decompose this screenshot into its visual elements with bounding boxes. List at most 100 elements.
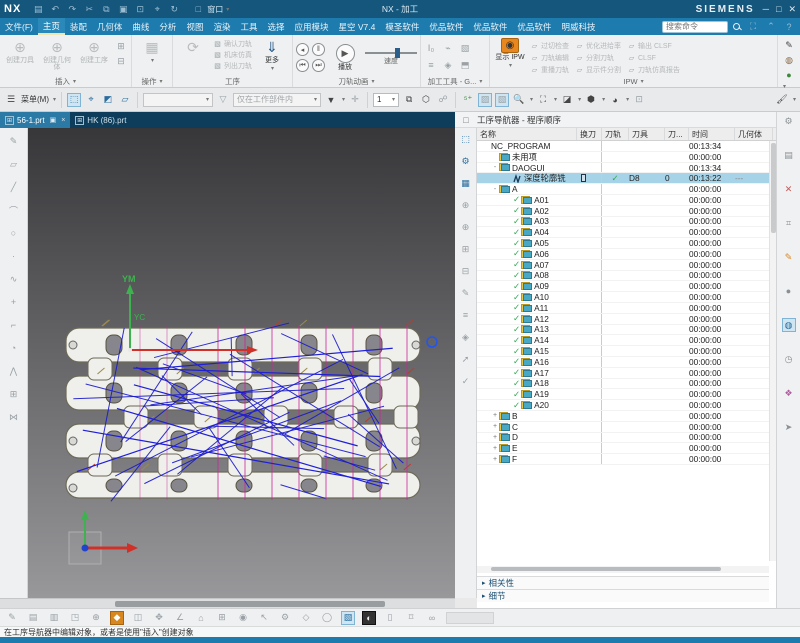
point-icon[interactable]: · (7, 249, 21, 263)
column-header-6[interactable]: 几何体 (735, 128, 773, 140)
gouge-icon[interactable]: ⌁ (441, 41, 455, 55)
toolbar-overflow-icon[interactable]: ▾ (793, 96, 796, 103)
tree-row-深度轮廓铣[interactable]: 深度轮廓铣✓D8000:13:22---0.0 (477, 173, 776, 184)
expand-toggle[interactable]: + (491, 445, 499, 452)
plus-icon[interactable]: + (7, 295, 21, 309)
menu-file[interactable]: 文件(F) (0, 18, 38, 35)
save-icon[interactable]: ▤ (31, 2, 45, 16)
restore-tab-icon[interactable]: ▣ (50, 116, 57, 124)
levels-icon[interactable]: ≡ (424, 58, 438, 72)
tree-row-A19[interactable]: ✓A1900:00:00 (477, 389, 776, 400)
chevron-down-icon[interactable]: ▾ (602, 96, 605, 103)
expand-toggle[interactable]: + (491, 423, 499, 430)
snap-point-icon[interactable]: ⁵⁺ (461, 93, 475, 107)
gear2-icon[interactable]: ⚙ (278, 611, 292, 625)
operate-button[interactable]: ▦▾ (135, 37, 169, 64)
slider-thumb[interactable] (395, 48, 400, 58)
copy-icon[interactable]: ⧉ (99, 2, 113, 16)
minimize-button[interactable]: ─ (763, 4, 769, 15)
ribbon-tab-2[interactable]: 几何体 (92, 18, 128, 35)
tree-row-D[interactable]: +D00:00:00 (477, 433, 776, 444)
tree-row-A17[interactable]: ✓A1700:00:00 (477, 368, 776, 379)
tree-row-A18[interactable]: ✓A1800:00:00 (477, 379, 776, 390)
add-circle-icon[interactable]: ⊕ (89, 611, 103, 625)
screenshot-icon[interactable]: ⊡ (133, 2, 147, 16)
shaded-toggle-icon[interactable]: ▧ (495, 93, 509, 107)
view-cube-icon[interactable]: ⬡ (419, 93, 433, 107)
tree-row-A01[interactable]: ✓A0100:00:00 (477, 195, 776, 206)
sphere-tool-icon[interactable]: ◍ (782, 53, 796, 67)
op-item-2[interactable]: ▧列出刀轨 (213, 61, 252, 71)
render-style-icon[interactable]: ◪ (560, 93, 574, 107)
maximize-button[interactable]: □ (776, 4, 781, 15)
hamburger-icon[interactable]: ☰ (4, 93, 18, 107)
tree-row-未用项[interactable]: 未用项00:00:00 (477, 152, 776, 163)
close-tab-icon[interactable]: × (61, 117, 65, 124)
chevron-down-icon[interactable]: ▾ (641, 78, 644, 85)
redo-icon[interactable]: ↷ (65, 2, 79, 16)
green-ball-icon[interactable]: ● (782, 68, 796, 82)
scrollbar-thumb[interactable] (491, 567, 721, 571)
tag-icon[interactable]: ⌑ (404, 611, 418, 625)
tree-row-A09[interactable]: ✓A0900:00:00 (477, 281, 776, 292)
snap-select-icon[interactable]: ⬚ (459, 132, 473, 146)
tree-row-A08[interactable]: ✓A0800:00:00 (477, 271, 776, 282)
ribbon-tab-10[interactable]: 星空 V7.4 (334, 18, 381, 35)
notes-icon[interactable]: ▤ (782, 148, 796, 162)
play-button[interactable]: ▶播放 (328, 43, 362, 71)
show-ipw-button[interactable]: ◉显示 IPW▾ (493, 37, 527, 69)
ribbon-tab-13[interactable]: 优品软件 (468, 18, 512, 35)
select-edge-icon[interactable]: ▱ (118, 93, 132, 107)
tree-row-A12[interactable]: ✓A1200:00:00 (477, 314, 776, 325)
file-tab-56-1.prt[interactable]: ⊞56-1.prt▣× (0, 112, 70, 128)
mirror-icon[interactable]: ⋈ (7, 410, 21, 424)
helmet-icon[interactable]: ◆ (110, 611, 124, 625)
tree-row-DAOGUI[interactable]: -DAOGUI00:13:34 (477, 163, 776, 174)
link-icon[interactable]: ∞ (425, 611, 439, 625)
mate-icon[interactable]: ⊞ (215, 611, 229, 625)
workpiece-grid-icon[interactable]: ▦ (459, 176, 473, 190)
fullscreen-icon[interactable]: ⛶ (746, 20, 760, 34)
fillet-icon[interactable]: ⌐ (7, 318, 21, 332)
scrollbar-thumb[interactable] (771, 143, 776, 233)
pin-icon[interactable]: ⌗ (782, 216, 796, 230)
column-header-1[interactable]: 换刀 (577, 128, 602, 140)
op-item-1[interactable]: ▧机床仿真 (213, 50, 252, 60)
edit-display-icon[interactable]: ▤ (26, 611, 40, 625)
polyline-icon[interactable]: ⋀ (7, 364, 21, 378)
gear-pair-icon[interactable]: ⚙ (459, 154, 473, 168)
go-end-icon[interactable]: ⏭ (312, 59, 325, 72)
doc-icon[interactable]: ▯ (383, 611, 397, 625)
circle-gray-icon[interactable]: ● (782, 284, 796, 298)
snap-crosshair-icon[interactable]: ✛ (348, 93, 362, 107)
menu-button[interactable]: 菜单(M)▾ (21, 94, 56, 105)
navigator-vscrollbar[interactable] (769, 141, 776, 561)
select-body-icon[interactable]: ◩ (101, 93, 115, 107)
expand-toggle[interactable]: + (491, 456, 499, 463)
chevron-down-icon[interactable]: ▾ (626, 96, 629, 103)
tree-row-A07[interactable]: ✓A0700:00:00 (477, 260, 776, 271)
window-copy-icon[interactable]: ⧉ (402, 93, 416, 107)
arrow-icon[interactable]: ↖ (257, 611, 271, 625)
assembly-person-icon[interactable]: ☍ (436, 93, 450, 107)
close-red-icon[interactable]: ✕ (782, 182, 796, 196)
touch-icon[interactable]: ⌖ (150, 2, 164, 16)
tree-row-A03[interactable]: ✓A0300:00:00 (477, 217, 776, 228)
expand-toggle[interactable]: + (491, 412, 499, 419)
tree-row-C[interactable]: +C00:00:00 (477, 422, 776, 433)
ipw-item-4[interactable]: ▱分割刀轨 (575, 52, 621, 64)
gear-icon[interactable]: ⚙ (782, 114, 796, 128)
profile-icon[interactable]: ✎ (7, 134, 21, 148)
chevron-down-icon[interactable]: ▾ (530, 96, 533, 103)
plane-icon[interactable]: ◇ (299, 611, 313, 625)
paste-icon[interactable]: ▣ (116, 2, 130, 16)
undo-icon[interactable]: ↶ (48, 2, 62, 16)
spline-icon[interactable]: ∿ (7, 272, 21, 286)
view-count-spinner[interactable]: 1▾ (373, 93, 399, 107)
area-icon[interactable]: ⬒ (458, 58, 472, 72)
wireframe-toggle-icon[interactable]: ▨ (478, 93, 492, 107)
go-start-icon[interactable]: ⏮ (296, 59, 309, 72)
chevron-down-icon[interactable]: ▾ (73, 78, 76, 85)
tree-row-A14[interactable]: ✓A1400:00:00 (477, 335, 776, 346)
check-tool-icon[interactable]: ✓ (459, 374, 473, 388)
